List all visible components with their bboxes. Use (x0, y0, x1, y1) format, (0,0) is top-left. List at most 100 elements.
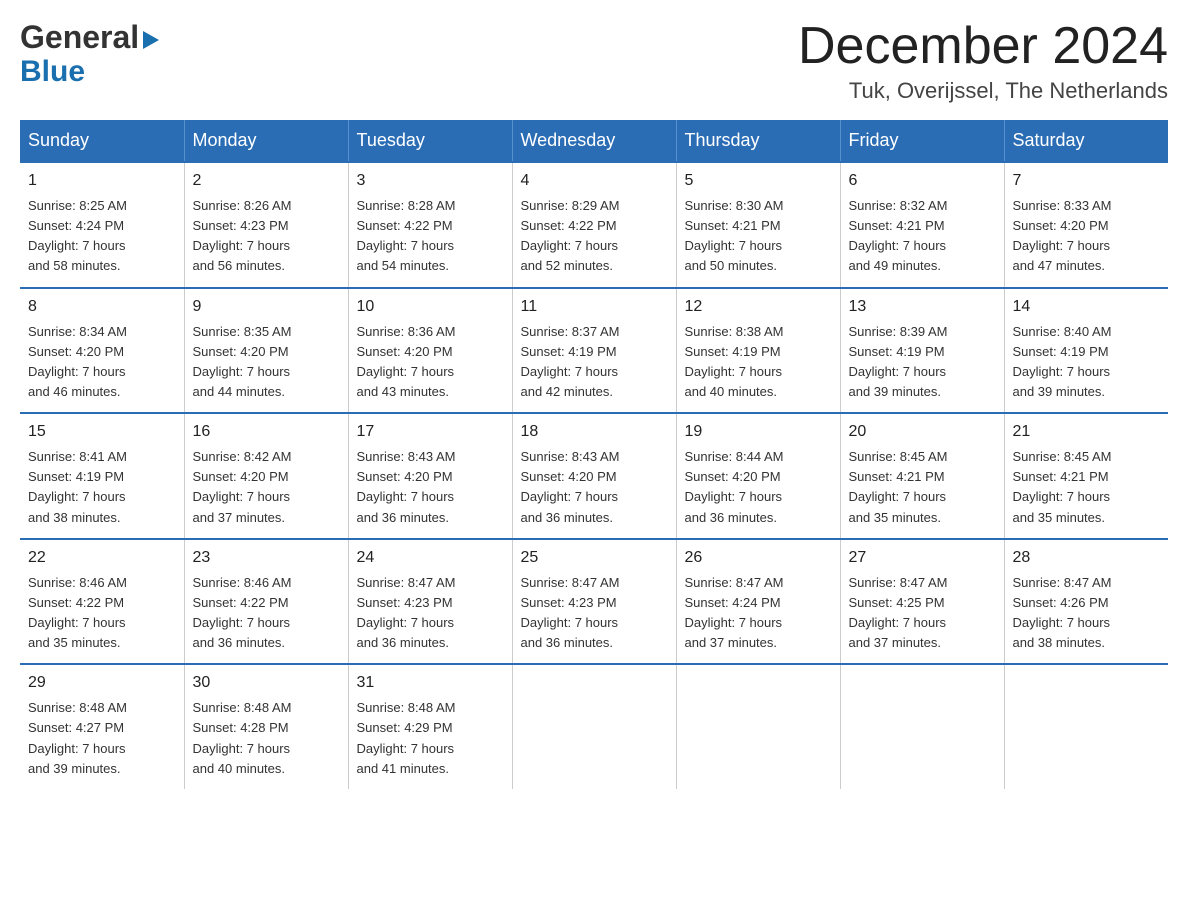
day-info: Sunrise: 8:41 AM Sunset: 4:19 PM Dayligh… (28, 447, 176, 528)
day-info: Sunrise: 8:46 AM Sunset: 4:22 PM Dayligh… (28, 573, 176, 654)
weekday-header-tuesday: Tuesday (348, 120, 512, 162)
calendar-cell: 13Sunrise: 8:39 AM Sunset: 4:19 PM Dayli… (840, 288, 1004, 414)
calendar-cell: 7Sunrise: 8:33 AM Sunset: 4:20 PM Daylig… (1004, 162, 1168, 288)
day-number: 26 (685, 546, 832, 570)
month-title: December 2024 (798, 20, 1168, 72)
location-title: Tuk, Overijssel, The Netherlands (798, 78, 1168, 104)
calendar-cell: 20 Sunrise: 8:45 AM Sunset: 4:21 PM Dayli… (840, 413, 1004, 539)
day-info: Sunrise: 8:37 AM Sunset: 4:19 PM Dayligh… (521, 322, 668, 403)
day-number: 30 (193, 671, 340, 695)
day-number: 8 (28, 295, 176, 319)
calendar-cell: 9 Sunrise: 8:35 AM Sunset: 4:20 PM Daylig… (184, 288, 348, 414)
day-number: 9 (193, 295, 340, 319)
day-number: 29 (28, 671, 176, 695)
day-number: 22 (28, 546, 176, 570)
calendar-cell: 28 Sunrise: 8:47 AM Sunset: 4:26 PM Dayli… (1004, 539, 1168, 665)
logo-line2: Blue (20, 55, 85, 88)
calendar-cell: 29 Sunrise: 8:48 AM Sunset: 4:27 PM Dayli… (20, 664, 184, 789)
weekday-header-saturday: Saturday (1004, 120, 1168, 162)
calendar-cell: 8 Sunrise: 8:34 AM Sunset: 4:20 PM Daylig… (20, 288, 184, 414)
calendar-cell (676, 664, 840, 789)
day-info: Sunrise: 8:45 AM Sunset: 4:21 PM Dayligh… (1013, 447, 1161, 528)
weekday-header-thursday: Thursday (676, 120, 840, 162)
calendar-cell: 30 Sunrise: 8:48 AM Sunset: 4:28 PM Dayli… (184, 664, 348, 789)
calendar-cell (840, 664, 1004, 789)
day-info: Sunrise: 8:44 AM Sunset: 4:20 PM Dayligh… (685, 447, 832, 528)
day-info: Sunrise: 8:25 AM Sunset: 4:24 PM Dayligh… (28, 196, 176, 277)
calendar-cell: 27 Sunrise: 8:47 AM Sunset: 4:25 PM Dayli… (840, 539, 1004, 665)
day-number: 15 (28, 420, 176, 444)
weekday-header-sunday: Sunday (20, 120, 184, 162)
day-info: Sunrise: 8:47 AM Sunset: 4:23 PM Dayligh… (357, 573, 504, 654)
calendar-cell: 4Sunrise: 8:29 AM Sunset: 4:22 PM Daylig… (512, 162, 676, 288)
day-info: Sunrise: 8:48 AM Sunset: 4:27 PM Dayligh… (28, 698, 176, 779)
day-info: Sunrise: 8:48 AM Sunset: 4:28 PM Dayligh… (193, 698, 340, 779)
day-info: Sunrise: 8:30 AM Sunset: 4:21 PM Dayligh… (685, 196, 832, 277)
calendar-cell: 1Sunrise: 8:25 AM Sunset: 4:24 PM Daylig… (20, 162, 184, 288)
day-number: 21 (1013, 420, 1161, 444)
calendar-cell: 6Sunrise: 8:32 AM Sunset: 4:21 PM Daylig… (840, 162, 1004, 288)
calendar-cell: 31 Sunrise: 8:48 AM Sunset: 4:29 PM Dayli… (348, 664, 512, 789)
logo-line1: General (20, 20, 159, 55)
day-info: Sunrise: 8:47 AM Sunset: 4:23 PM Dayligh… (521, 573, 668, 654)
calendar-cell: 23 Sunrise: 8:46 AM Sunset: 4:22 PM Dayli… (184, 539, 348, 665)
day-number: 24 (357, 546, 504, 570)
day-info: Sunrise: 8:29 AM Sunset: 4:22 PM Dayligh… (521, 196, 668, 277)
day-number: 13 (849, 295, 996, 319)
weekday-header-monday: Monday (184, 120, 348, 162)
day-info: Sunrise: 8:38 AM Sunset: 4:19 PM Dayligh… (685, 322, 832, 403)
calendar-cell: 3Sunrise: 8:28 AM Sunset: 4:22 PM Daylig… (348, 162, 512, 288)
day-number: 27 (849, 546, 996, 570)
day-info: Sunrise: 8:43 AM Sunset: 4:20 PM Dayligh… (521, 447, 668, 528)
day-number: 28 (1013, 546, 1161, 570)
calendar-cell: 24 Sunrise: 8:47 AM Sunset: 4:23 PM Dayli… (348, 539, 512, 665)
calendar-cell: 15 Sunrise: 8:41 AM Sunset: 4:19 PM Dayli… (20, 413, 184, 539)
day-number: 10 (357, 295, 504, 319)
page-header: General Blue December 2024 Tuk, Overijss… (20, 20, 1168, 104)
day-info: Sunrise: 8:32 AM Sunset: 4:21 PM Dayligh… (849, 196, 996, 277)
logo: General Blue (20, 20, 159, 88)
calendar-cell: 16Sunrise: 8:42 AM Sunset: 4:20 PM Dayli… (184, 413, 348, 539)
weekday-header-friday: Friday (840, 120, 1004, 162)
day-info: Sunrise: 8:47 AM Sunset: 4:24 PM Dayligh… (685, 573, 832, 654)
day-number: 14 (1013, 295, 1161, 319)
calendar-cell: 10 Sunrise: 8:36 AM Sunset: 4:20 PM Dayli… (348, 288, 512, 414)
calendar-cell: 11Sunrise: 8:37 AM Sunset: 4:19 PM Dayli… (512, 288, 676, 414)
day-number: 20 (849, 420, 996, 444)
day-number: 17 (357, 420, 504, 444)
day-info: Sunrise: 8:47 AM Sunset: 4:26 PM Dayligh… (1013, 573, 1161, 654)
day-info: Sunrise: 8:43 AM Sunset: 4:20 PM Dayligh… (357, 447, 504, 528)
calendar-cell (512, 664, 676, 789)
day-info: Sunrise: 8:34 AM Sunset: 4:20 PM Dayligh… (28, 322, 176, 403)
calendar-cell: 22 Sunrise: 8:46 AM Sunset: 4:22 PM Dayli… (20, 539, 184, 665)
week-row-1: 1Sunrise: 8:25 AM Sunset: 4:24 PM Daylig… (20, 162, 1168, 288)
calendar-table: SundayMondayTuesdayWednesdayThursdayFrid… (20, 120, 1168, 789)
day-info: Sunrise: 8:36 AM Sunset: 4:20 PM Dayligh… (357, 322, 504, 403)
day-info: Sunrise: 8:46 AM Sunset: 4:22 PM Dayligh… (193, 573, 340, 654)
day-info: Sunrise: 8:47 AM Sunset: 4:25 PM Dayligh… (849, 573, 996, 654)
calendar-cell: 5 Sunrise: 8:30 AM Sunset: 4:21 PM Daylig… (676, 162, 840, 288)
calendar-cell: 2Sunrise: 8:26 AM Sunset: 4:23 PM Daylig… (184, 162, 348, 288)
calendar-cell: 12 Sunrise: 8:38 AM Sunset: 4:19 PM Dayli… (676, 288, 840, 414)
day-number: 5 (685, 169, 832, 193)
title-area: December 2024 Tuk, Overijssel, The Nethe… (798, 20, 1168, 104)
week-row-4: 22 Sunrise: 8:46 AM Sunset: 4:22 PM Dayli… (20, 539, 1168, 665)
day-info: Sunrise: 8:33 AM Sunset: 4:20 PM Dayligh… (1013, 196, 1161, 277)
week-row-5: 29 Sunrise: 8:48 AM Sunset: 4:27 PM Dayli… (20, 664, 1168, 789)
day-info: Sunrise: 8:35 AM Sunset: 4:20 PM Dayligh… (193, 322, 340, 403)
calendar-cell: 14Sunrise: 8:40 AM Sunset: 4:19 PM Dayli… (1004, 288, 1168, 414)
weekday-header-row: SundayMondayTuesdayWednesdayThursdayFrid… (20, 120, 1168, 162)
day-info: Sunrise: 8:42 AM Sunset: 4:20 PM Dayligh… (193, 447, 340, 528)
weekday-header-wednesday: Wednesday (512, 120, 676, 162)
calendar-cell (1004, 664, 1168, 789)
day-number: 23 (193, 546, 340, 570)
day-number: 12 (685, 295, 832, 319)
day-info: Sunrise: 8:48 AM Sunset: 4:29 PM Dayligh… (357, 698, 504, 779)
calendar-cell: 26 Sunrise: 8:47 AM Sunset: 4:24 PM Dayli… (676, 539, 840, 665)
calendar-cell: 17 Sunrise: 8:43 AM Sunset: 4:20 PM Dayli… (348, 413, 512, 539)
calendar-cell: 19Sunrise: 8:44 AM Sunset: 4:20 PM Dayli… (676, 413, 840, 539)
day-info: Sunrise: 8:45 AM Sunset: 4:21 PM Dayligh… (849, 447, 996, 528)
day-info: Sunrise: 8:28 AM Sunset: 4:22 PM Dayligh… (357, 196, 504, 277)
day-number: 31 (357, 671, 504, 695)
day-number: 18 (521, 420, 668, 444)
